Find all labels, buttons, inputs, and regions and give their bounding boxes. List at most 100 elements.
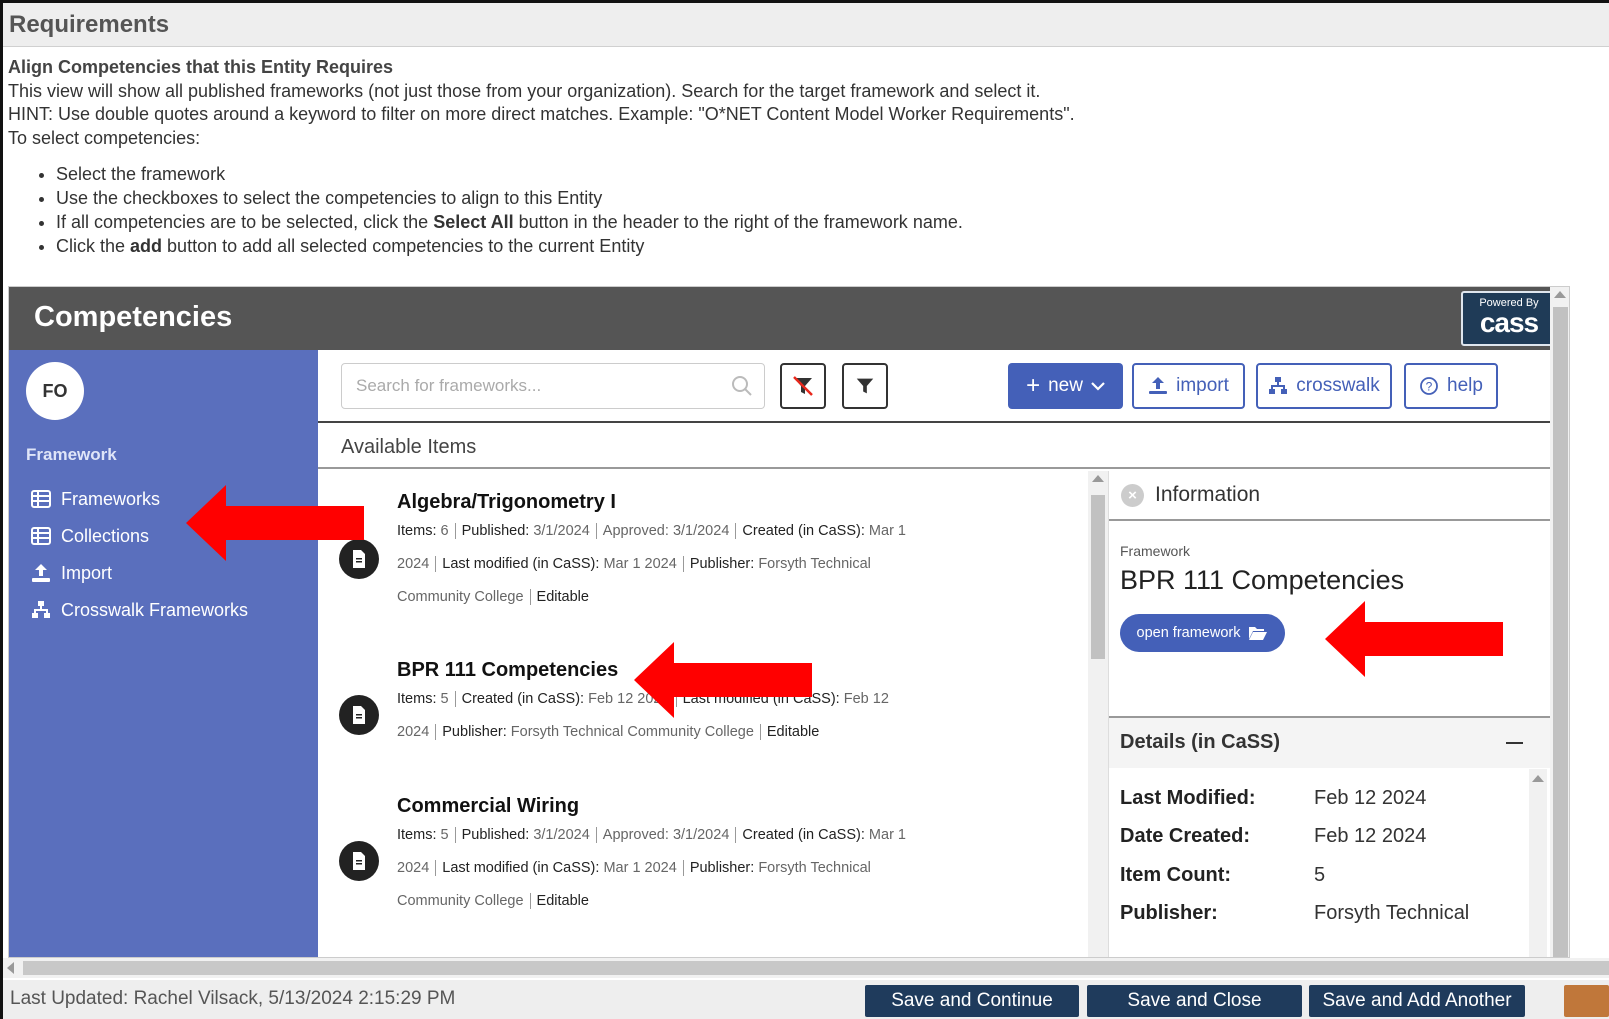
scroll-up-arrow[interactable] [1554, 291, 1566, 298]
crosswalk-label: crosswalk [1296, 375, 1380, 396]
bullet-text: If all competencies are to be selected, … [56, 212, 434, 232]
filter-icon [856, 378, 874, 394]
save-continue-button[interactable]: Save and Continue [865, 985, 1079, 1017]
sidebar-item-crosswalk[interactable]: Crosswalk Frameworks [31, 597, 248, 623]
footer: Last Updated: Rachel Vilsack, 5/13/2024 … [3, 980, 1609, 1019]
framework-title[interactable]: Algebra/Trigonometry I [397, 491, 616, 514]
bullet-text: button to add all selected competencies … [162, 236, 645, 256]
table-icon [31, 490, 51, 508]
instructions-bullet: If all competencies are to be selected, … [56, 210, 1588, 234]
new-label: new [1048, 375, 1083, 396]
information-title: Information [1155, 483, 1261, 506]
upload-icon [32, 564, 50, 582]
scroll-thumb[interactable] [1553, 307, 1568, 957]
close-icon[interactable]: × [1121, 484, 1144, 507]
sidebar-item-label: Collections [61, 525, 150, 546]
folder-open-icon [1249, 627, 1268, 640]
framework-item[interactable]: Algebra/Trigonometry I Items: 6 Published… [318, 471, 1078, 641]
framework-name: BPR 111 Competencies [1120, 565, 1405, 595]
meta-value: 6 [440, 523, 449, 539]
app-scrollbar[interactable] [1550, 287, 1569, 957]
save-add-another-button[interactable]: Save and Add Another [1309, 985, 1525, 1017]
search-icon[interactable] [731, 375, 753, 397]
meta-key: Published: [461, 827, 530, 843]
filter-button[interactable] [842, 363, 888, 409]
meta-value: 3/1/2024 [533, 523, 590, 539]
save-close-button[interactable]: Save and Close [1087, 985, 1302, 1017]
bullet-bold: add [130, 236, 163, 256]
instructions-list: Select the framework Use the checkboxes … [56, 162, 1588, 258]
scroll-up-arrow[interactable] [1532, 775, 1544, 782]
meta-key: Items: [397, 827, 437, 843]
instructions-bullet: Use the checkboxes to select the compete… [56, 186, 1588, 210]
annotation-arrow-icon [634, 642, 812, 718]
sidebar: FO Framework Frameworks Collections Impo… [9, 350, 318, 957]
meta-key: Approved: [602, 827, 669, 843]
meta-key: Items: [397, 523, 437, 539]
svg-text:?: ? [1426, 380, 1433, 394]
framework-meta: Items: 6 Published: 3/1/2024 Approved: 3/1… [397, 515, 907, 614]
meta-value: Mar 1 2024 [603, 556, 677, 572]
sidebar-item-import[interactable]: Import [31, 560, 112, 586]
open-framework-button[interactable]: open framework [1120, 614, 1285, 652]
sidebar-item-label: Import [61, 562, 113, 583]
details-title: Details (in CaSS) [1120, 731, 1281, 753]
instructions-hint: HINT: Use double quotes around a keyword… [8, 104, 1075, 124]
app-title: Competencies [34, 301, 233, 333]
instructions: Align Competencies that this Entity Requ… [8, 56, 1588, 258]
framework-title[interactable]: BPR 111 Competencies [397, 659, 618, 682]
table-icon [31, 527, 51, 545]
help-icon: ? [1420, 377, 1438, 395]
list-scrollbar[interactable] [1088, 471, 1108, 957]
editable-badge: Editable [536, 893, 589, 909]
sidebar-item-frameworks[interactable]: Frameworks [31, 486, 160, 512]
instructions-line: To select competencies: [8, 127, 201, 148]
information-header: × Information [1109, 471, 1551, 521]
detail-key: Item Count: [1120, 864, 1232, 886]
sidebar-item-label: Frameworks [61, 488, 161, 509]
extra-button[interactable] [1564, 985, 1609, 1017]
meta-key: Last modified (in CaSS): [442, 860, 600, 876]
document-icon [339, 841, 379, 881]
scroll-left-arrow[interactable] [7, 962, 14, 974]
scroll-thumb[interactable] [1091, 495, 1105, 659]
editable-badge: Editable [766, 724, 820, 740]
avatar[interactable]: FO [26, 362, 84, 420]
framework-meta: Items: 5 Published: 3/1/2024 Approved: 3/1… [397, 819, 907, 918]
instructions-title: Align Competencies that this Entity Requ… [8, 57, 394, 77]
annotation-arrow-icon [1325, 601, 1503, 677]
meta-key: Publisher: [442, 724, 507, 740]
help-button[interactable]: ? help [1404, 363, 1498, 409]
clear-filter-button[interactable] [780, 363, 826, 409]
collapse-icon[interactable] [1506, 742, 1523, 744]
new-button[interactable]: + new [1008, 363, 1123, 409]
available-items-header: Available Items [318, 425, 1550, 469]
upload-icon [1149, 377, 1168, 394]
meta-key: Created (in CaSS): [742, 827, 865, 843]
meta-value: 3/1/2024 [533, 827, 590, 843]
sidebar-item-collections[interactable]: Collections [31, 523, 149, 549]
filter-off-icon [793, 376, 813, 396]
meta-value: Mar 1 2024 [603, 860, 677, 876]
scroll-up-arrow[interactable] [1092, 475, 1104, 482]
import-button[interactable]: import [1132, 363, 1245, 409]
cass-logo[interactable]: Powered By cass [1461, 291, 1557, 346]
instructions-line: This view will show all published framew… [8, 80, 1041, 101]
instructions-bullet: Click the add button to add all selected… [56, 234, 1588, 258]
search-input[interactable] [341, 363, 765, 409]
horizontal-scrollbar[interactable] [3, 958, 1609, 978]
details-scrollbar[interactable] [1529, 769, 1547, 957]
open-framework-label: open framework [1136, 625, 1241, 641]
crosswalk-button[interactable]: crosswalk [1256, 363, 1392, 409]
meta-key: Publisher: [689, 860, 755, 876]
framework-title[interactable]: Commercial Wiring [397, 795, 579, 818]
framework-item[interactable]: Commercial Wiring Items: 5 Published: 3/1… [318, 777, 1078, 957]
document-icon [339, 695, 379, 735]
framework-label: Framework [1120, 543, 1191, 559]
scroll-thumb[interactable] [23, 961, 1609, 975]
editable-badge: Editable [536, 589, 589, 605]
detail-key: Date Created: [1120, 825, 1251, 847]
meta-value: 3/1/2024 [672, 827, 730, 843]
meta-key: Published: [461, 523, 530, 539]
details-header[interactable]: Details (in CaSS) [1109, 718, 1551, 768]
